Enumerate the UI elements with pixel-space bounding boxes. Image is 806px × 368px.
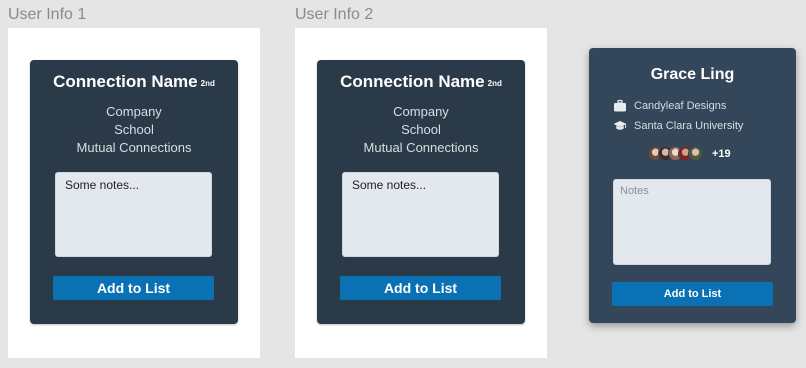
artboard: Connection Name 2nd Company School Mutual… — [8, 28, 260, 358]
company-name: Candyleaf Designs — [634, 100, 727, 112]
frame-label: User Info 1 — [8, 6, 87, 23]
connection-card: Connection Name 2nd Company School Mutual… — [317, 60, 525, 324]
avatar — [688, 146, 703, 161]
connection-card: Connection Name 2nd Company School Mutual… — [30, 60, 238, 324]
card-title: Connection Name 2nd — [30, 72, 238, 92]
graduation-cap-icon — [613, 121, 627, 130]
school-row: Santa Clara University — [613, 118, 743, 134]
card-title: Connection Name 2nd — [317, 72, 525, 92]
company-label: Company — [106, 104, 162, 119]
add-to-list-button[interactable]: Add to List — [53, 276, 214, 300]
frame-label: User Info 2 — [295, 6, 374, 23]
school-name: Santa Clara University — [634, 120, 744, 132]
school-label: School — [114, 122, 154, 137]
profile-name: Grace Ling — [650, 66, 735, 83]
profile-card: Grace Ling Candyleaf Designs Santa Clara… — [589, 48, 796, 323]
connection-degree: 2nd — [487, 79, 502, 88]
school-label: School — [401, 122, 441, 137]
mutual-connections[interactable]: +19 — [648, 145, 731, 162]
mutual-connections-label: Mutual Connections — [363, 140, 479, 155]
notes-field[interactable] — [613, 179, 771, 265]
mutual-connections-label: Mutual Connections — [76, 140, 192, 155]
company-row: Candyleaf Designs — [613, 98, 726, 114]
briefcase-icon — [614, 99, 626, 112]
company-label: Company — [393, 104, 449, 119]
add-to-list-button[interactable]: Add to List — [612, 282, 773, 306]
connection-degree: 2nd — [200, 79, 215, 88]
connection-name: Connection Name — [53, 72, 198, 91]
artboard: Connection Name 2nd Company School Mutual… — [295, 28, 547, 358]
mutual-more-count: +19 — [712, 147, 731, 160]
add-to-list-button[interactable]: Add to List — [340, 276, 501, 300]
connection-name: Connection Name — [340, 72, 485, 91]
notes-field[interactable]: Some notes... — [342, 172, 499, 257]
notes-field[interactable]: Some notes... — [55, 172, 212, 257]
